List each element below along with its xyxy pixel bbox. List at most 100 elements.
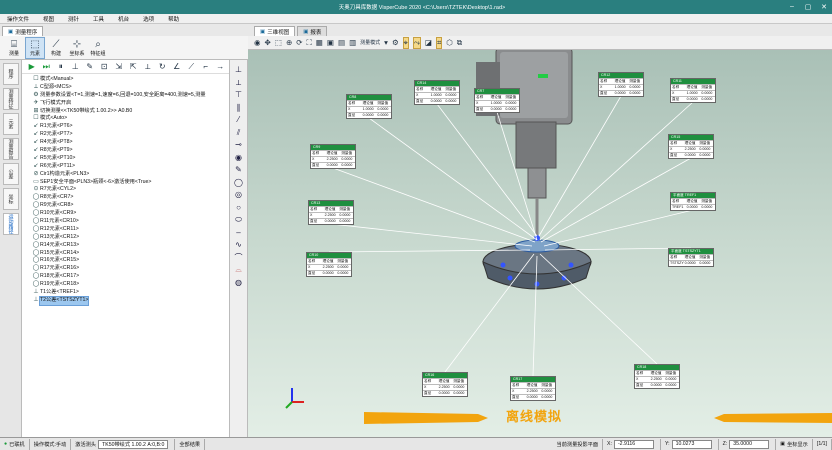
- arc-icon[interactable]: ⌒: [235, 252, 243, 265]
- ribbon-element-button[interactable]: ⬚ 元素: [25, 36, 45, 59]
- ellipse-icon[interactable]: ⬭: [235, 214, 242, 227]
- view-top-icon[interactable]: ▥: [349, 38, 356, 47]
- slash-icon[interactable]: ⁄: [238, 114, 239, 127]
- wave-icon[interactable]: ∿: [235, 239, 242, 252]
- tree-row[interactable]: ⊥ T2公差<TSTSZYT1>: [28, 295, 229, 306]
- menu-item-help[interactable]: 帮助: [161, 15, 186, 23]
- tree-row[interactable]: ⊘ Cir1构造元素<PLN3>: [28, 171, 229, 179]
- eye-icon[interactable]: ◉: [254, 38, 261, 47]
- side-tab-tolerance[interactable]: 公差: [3, 163, 19, 185]
- move-icon[interactable]: ⇱: [128, 61, 140, 73]
- tree-row[interactable]: ✈ 飞行模式开启: [28, 100, 229, 108]
- axis-x-icon[interactable]: ⊥: [235, 64, 242, 77]
- menu-item-tools[interactable]: 工具: [86, 15, 111, 23]
- fit-view-icon[interactable]: ⛶: [307, 38, 312, 48]
- probe-view-icon[interactable]: ⌖: [402, 36, 409, 49]
- ribbon-coordinate-button[interactable]: ⊹ 坐标系: [67, 37, 87, 59]
- angle-icon[interactable]: ∠: [171, 61, 183, 73]
- menu-item-options[interactable]: 选项: [136, 15, 161, 23]
- probe-point-icon[interactable]: ⊸: [235, 139, 242, 152]
- side-tab-coordinate[interactable]: 坐标: [3, 188, 19, 210]
- parallel-icon[interactable]: ∥: [237, 102, 241, 115]
- tree-row[interactable]: ↙ R2元素<PT7>: [28, 131, 229, 139]
- step-run-icon[interactable]: ⏭: [41, 61, 53, 73]
- ribbon-measure-button[interactable]: ⌸ 测量: [4, 37, 24, 59]
- measurement-card[interactable]: CR11 名称 理论值 测量值 X 1.0000 0.0000 直径 0.0000 0.0000: [670, 78, 716, 103]
- measurement-card[interactable]: 平面度 TREF1 名称 理论值 测量值 TREF1 0.0000 0.0000: [670, 192, 716, 211]
- tree-row[interactable]: ⚙ 测量参数设置<T=1,测速=1,速度=6,回退=100,安全距离=400,测速…: [28, 92, 229, 100]
- axis-z-icon[interactable]: ⊤: [235, 89, 242, 102]
- 3d-viewport[interactable]: 离线模拟 CR8 名称 理论值 测量值 X 1.0000 0.0000 直径 0.0000 0.0…: [248, 50, 832, 437]
- zoom-in-icon[interactable]: ⊕: [286, 38, 292, 47]
- point-icon[interactable]: ⊡: [99, 61, 111, 73]
- pencil-icon[interactable]: ✎: [235, 164, 242, 177]
- measurement-card[interactable]: CR17 名称 理论值 测量值 X 2.2500 0.0000 直径 0.0000 0.0000: [510, 376, 556, 401]
- measurement-card[interactable]: CR18 名称 理论值 测量值 X 2.2500 0.0000 直径 0.0000 0.0000: [634, 364, 680, 389]
- ring-icon[interactable]: ◎: [235, 189, 242, 202]
- maximize-icon[interactable]: ▢: [800, 3, 816, 11]
- tag-icon[interactable]: ⌐: [200, 61, 212, 73]
- double-slash-icon[interactable]: ⫽: [237, 127, 241, 140]
- tree-row[interactable]: ↙ R4元素<PT8>: [28, 139, 229, 147]
- arrow-right-icon[interactable]: →: [215, 61, 227, 73]
- rotate-view-icon[interactable]: ⟳: [296, 38, 302, 47]
- close-icon[interactable]: ✕: [816, 3, 832, 11]
- tree-row[interactable]: ◯ R18元素<CR17>: [28, 273, 229, 281]
- menu-item-view[interactable]: 视图: [36, 15, 61, 23]
- tree-row[interactable]: ◯ R14元素<CR13>: [28, 242, 229, 250]
- measurement-card[interactable]: CR16 名称 理论值 测量值 X 2.2500 0.0000 直径 0.0000 0.0000: [422, 372, 468, 397]
- minimize-icon[interactable]: –: [784, 3, 800, 11]
- dropdown-icon[interactable]: ▾: [384, 38, 388, 47]
- measure-mode-label[interactable]: 测量模式: [360, 39, 380, 46]
- cube-icon[interactable]: ⬚: [275, 38, 282, 47]
- projection-plane[interactable]: 当前测量投影平面: [553, 438, 604, 450]
- measurement-card[interactable]: 平面度 TSTSZYT1名称理论值测量值TSTSZYT10.00000.0000: [668, 248, 714, 267]
- probe-icon[interactable]: ⊥: [70, 61, 82, 73]
- ribbon-construct-button[interactable]: ⟋ 构建: [46, 37, 66, 59]
- cone-icon[interactable]: ◉: [235, 152, 242, 165]
- axis-icon[interactable]: ⟂: [142, 61, 154, 73]
- tab-report[interactable]: ▣ 报表: [297, 26, 328, 36]
- sphere-icon[interactable]: ◍: [235, 277, 242, 290]
- ribbon-feature-button[interactable]: ⌕ 特征组: [88, 37, 108, 59]
- side-tab-report[interactable]: 测量报告: [3, 138, 19, 160]
- circle-small-icon[interactable]: ○: [236, 202, 241, 215]
- view-side-icon[interactable]: ▤: [338, 38, 345, 47]
- pan-icon[interactable]: ✥: [265, 38, 271, 47]
- tree-row[interactable]: ↙ R6元素<PT11>: [28, 163, 229, 171]
- tree-row[interactable]: ◯ R9元素<CR8>: [28, 202, 229, 210]
- wire-icon[interactable]: ⬡: [446, 38, 453, 47]
- tree-row[interactable]: ⊥ T1公差<TREF1>: [28, 289, 229, 297]
- tree-row[interactable]: ◯ R13元素<CR12>: [28, 234, 229, 242]
- tree-row[interactable]: ⟂ C型源<MCS>: [28, 84, 229, 92]
- line-icon[interactable]: ⟋: [186, 61, 198, 73]
- side-tab-elements[interactable]: 元素: [3, 113, 19, 135]
- circle-icon[interactable]: ◯: [234, 177, 243, 190]
- dash-icon[interactable]: –: [236, 227, 240, 240]
- tree-row[interactable]: ◯ R19元素<CR18>: [28, 281, 229, 289]
- label-view-icon[interactable]: ⌗: [436, 36, 443, 49]
- edit-icon[interactable]: ✎: [84, 61, 96, 73]
- run-icon[interactable]: ▶: [26, 61, 38, 73]
- menu-item-machine[interactable]: 机台: [111, 15, 136, 23]
- tree-row[interactable]: ◯ R10元素<CR9>: [28, 210, 229, 218]
- tree-row[interactable]: ☐ 模式<Manual>: [28, 76, 229, 84]
- active-probe-field[interactable]: TK50带绘式 1.00.2 A:0,B:0: [98, 439, 169, 449]
- measurement-card[interactable]: CR10 名称 理论值 测量值 X 2.2500 0.0000 直径 0.0000 0.0000: [306, 252, 352, 277]
- settings-icon[interactable]: ⚙: [392, 38, 399, 47]
- coordinate-display-button[interactable]: ▣ 坐标显示: [776, 438, 813, 450]
- tree-row[interactable]: ↙ R5元素<PT10>: [28, 155, 229, 163]
- pause-icon[interactable]: ⏸: [55, 61, 67, 73]
- tab-measure-program[interactable]: ▣ 测量程序: [2, 26, 44, 36]
- path-view-icon[interactable]: ⤳: [412, 36, 421, 49]
- view-front-icon[interactable]: ▣: [327, 38, 334, 47]
- tree-row[interactable]: ↙ R8元素<PT9>: [28, 147, 229, 155]
- menu-item-probe[interactable]: 测针: [61, 15, 86, 23]
- grid-icon[interactable]: ▦: [316, 38, 323, 47]
- axis-y-icon[interactable]: ⟂: [236, 77, 241, 90]
- tree-row[interactable]: ◯ R11元素<CR10>: [28, 218, 229, 226]
- tab-3d-view[interactable]: ▣ 三维视图: [254, 26, 296, 36]
- export-icon[interactable]: ⇲: [113, 61, 125, 73]
- side-tab-program[interactable]: 程序: [3, 63, 19, 85]
- snapshot-icon[interactable]: ⧉: [457, 38, 462, 48]
